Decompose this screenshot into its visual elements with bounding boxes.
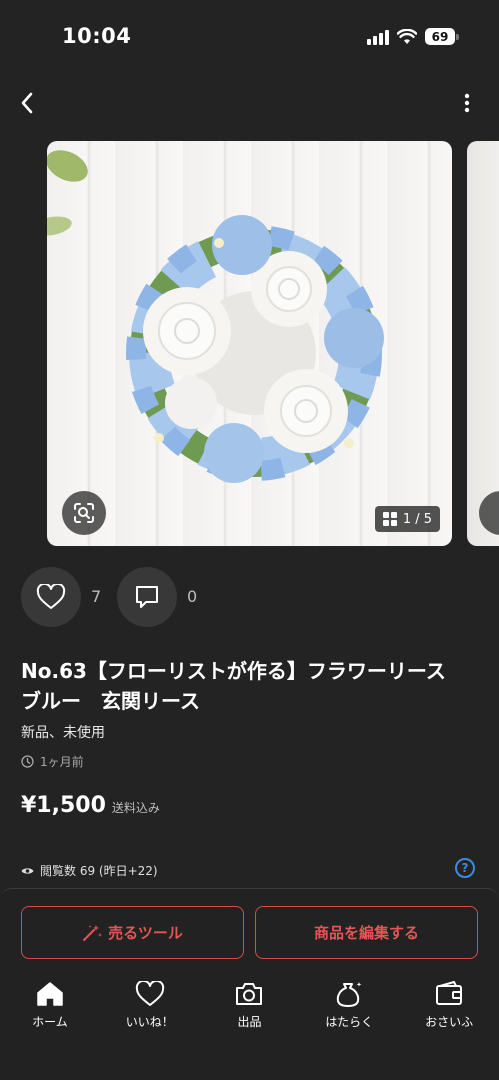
comment-count: 0 xyxy=(187,587,198,606)
help-icon[interactable]: ? xyxy=(455,858,475,878)
nav-work-label: はたらく xyxy=(325,1015,374,1029)
nav-sell-label: 出品 xyxy=(237,1015,262,1029)
magic-wand-icon xyxy=(83,924,103,941)
next-photo-preview[interactable] xyxy=(467,141,499,546)
edit-item-label: 商品を編集する xyxy=(313,924,419,942)
like-button[interactable] xyxy=(21,567,81,627)
scan-search-icon xyxy=(74,503,94,523)
eye-icon xyxy=(21,867,34,874)
chevron-left-icon xyxy=(21,92,33,114)
nav-sell[interactable]: 出品 xyxy=(200,980,300,1040)
price: ¥1,500 送料込み xyxy=(21,793,160,818)
nav-likes-label: いいね！ xyxy=(125,1015,174,1029)
item-condition: 新品、未使用 xyxy=(21,725,105,741)
heart-icon xyxy=(36,584,66,609)
item-title: No.63【フローリストが作る】フラワーリース ブルー 玄関リース xyxy=(21,659,466,713)
leaf-decoration xyxy=(47,150,88,236)
price-value: ¥1,500 xyxy=(21,793,106,818)
home-icon xyxy=(35,980,65,1008)
nav-home[interactable]: ホーム xyxy=(0,980,100,1040)
nav-home-label: ホーム xyxy=(32,1015,68,1029)
wifi-icon xyxy=(397,28,417,44)
comment-button[interactable] xyxy=(117,567,177,627)
like-count: 7 xyxy=(91,587,102,606)
comment-icon xyxy=(136,586,158,608)
image-search-button[interactable] xyxy=(62,491,106,535)
battery-icon: 69 xyxy=(425,28,459,45)
status-time: 10:04 xyxy=(62,24,132,48)
shipping-note: 送料込み xyxy=(111,801,160,815)
sell-tool-label: 売るツール xyxy=(108,924,183,942)
clock-icon xyxy=(21,755,34,768)
view-count-text: 閲覧数 69 (昨日+22) xyxy=(40,864,158,878)
posted-time-text: 1ヶ月前 xyxy=(40,755,84,769)
wreath-image xyxy=(126,215,384,483)
sell-tool-button[interactable]: 売るツール xyxy=(21,906,244,959)
signal-icon xyxy=(367,29,389,45)
camera-icon xyxy=(234,980,264,1008)
more-options-button[interactable] xyxy=(457,88,477,118)
image-carousel[interactable]: 1 / 5 xyxy=(47,141,499,546)
nav-work[interactable]: はたらく xyxy=(299,980,399,1040)
edit-item-button[interactable]: 商品を編集する xyxy=(255,906,478,959)
photo-counter-text: 1 / 5 xyxy=(402,511,432,527)
nav-wallet[interactable]: おさいふ xyxy=(399,980,499,1040)
nav-wallet-label: おさいふ xyxy=(425,1015,474,1029)
nav-likes[interactable]: いいね！ xyxy=(100,980,200,1040)
view-count: 閲覧数 69 (昨日+22) xyxy=(21,862,158,879)
more-vertical-icon xyxy=(464,93,470,113)
product-photo[interactable]: 1 / 5 xyxy=(47,141,452,546)
wallet-icon xyxy=(434,980,464,1008)
back-button[interactable] xyxy=(12,88,42,118)
status-icons: 69 xyxy=(367,28,459,45)
money-bag-icon xyxy=(334,980,364,1008)
bottom-nav: ホーム いいね！ 出品 はたらく おさいふ xyxy=(0,980,499,1040)
status-bar: 10:04 69 xyxy=(0,0,499,70)
heart-icon xyxy=(135,980,165,1008)
grid-icon xyxy=(382,512,397,526)
posted-time: 1ヶ月前 xyxy=(21,753,84,770)
photo-counter: 1 / 5 xyxy=(374,506,440,532)
battery-level: 69 xyxy=(425,28,455,45)
